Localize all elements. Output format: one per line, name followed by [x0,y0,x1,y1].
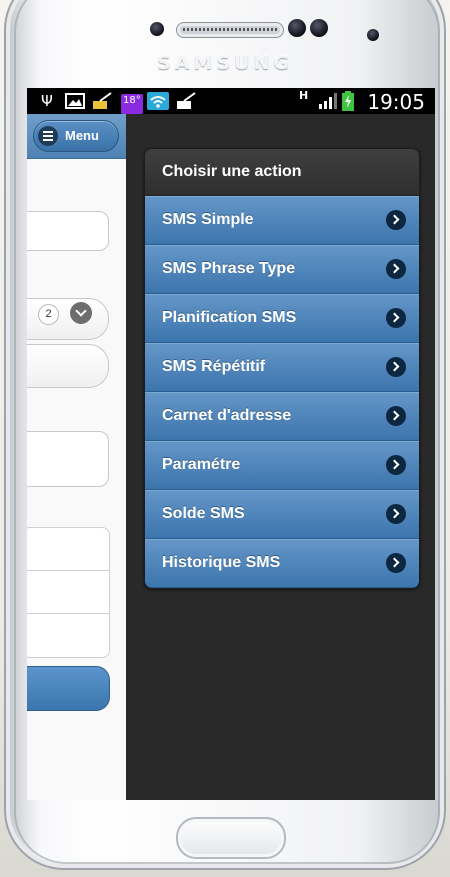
wifi-icon [147,92,169,110]
menu-button[interactable]: Menu [33,120,119,152]
action-item-sms-phrase-type[interactable]: SMS Phrase Type [145,245,419,294]
action-item-label: Paramétre [162,456,241,473]
action-item-planification-sms[interactable]: Planification SMS [145,294,419,343]
action-item-label: Planification SMS [162,309,297,326]
screen: Ψ 18° H 19:05 Menu 2 Choisir une action … [27,88,435,800]
battery-charging-icon [342,91,354,111]
panel-title: Choisir une action [145,149,419,196]
list-item[interactable] [27,570,110,615]
temperature-badge: 18° [121,94,143,114]
text-field-1[interactable] [27,211,109,251]
menu-button-label: Menu [65,128,99,143]
network-h-icon: H [299,89,309,102]
chevron-right-icon [386,259,406,279]
select-field-2[interactable] [27,344,109,388]
action-item-sms-simple[interactable]: SMS Simple [145,196,419,245]
chevron-right-icon [386,553,406,573]
action-item-sms-repetitif[interactable]: SMS Répétitif [145,343,419,392]
menu-icon [38,126,58,146]
submit-button[interactable] [27,666,110,711]
status-bar: Ψ 18° H 19:05 [27,88,435,114]
clean-icon [177,92,196,109]
text-field-2[interactable] [27,431,109,487]
action-item-label: Solde SMS [162,505,245,522]
action-item-label: SMS Simple [162,211,254,228]
action-item-label: Historique SMS [162,554,281,571]
signal-bars-icon [319,93,337,109]
earpiece-speaker [176,22,284,38]
action-item-parametre[interactable]: Paramétre [145,441,419,490]
action-item-label: Carnet d'adresse [162,407,292,424]
underlying-app: Menu 2 [27,114,126,800]
brand-logo: SAMSUNG [157,52,293,74]
image-icon [65,93,85,109]
sensor-left [288,19,306,37]
status-time: 19:05 [367,90,425,114]
sensor-right [310,19,328,37]
chevron-right-icon [386,406,406,426]
proximity-sensor [150,22,164,36]
count-badge: 2 [38,304,59,325]
usb-icon: Ψ [41,92,53,110]
chevron-right-icon [386,210,406,230]
chevron-right-icon [386,308,406,328]
app-header: Menu [27,114,126,159]
chevron-right-icon [386,504,406,524]
action-list: Choisir une action SMS Simple SMS Phrase… [144,148,420,589]
chevron-right-icon [386,357,406,377]
broom-icon [93,92,112,109]
chevron-right-icon [386,455,406,475]
action-item-solde-sms[interactable]: Solde SMS [145,490,419,539]
action-item-historique-sms[interactable]: Historique SMS [145,539,419,588]
list-item[interactable] [27,527,110,572]
chevron-down-icon[interactable] [70,302,92,324]
action-item-label: SMS Répétitif [162,358,266,375]
action-item-carnet-adresse[interactable]: Carnet d'adresse [145,392,419,441]
front-camera [367,29,379,41]
home-button[interactable] [176,817,286,859]
list-item[interactable] [27,613,110,658]
action-item-label: SMS Phrase Type [162,260,296,277]
